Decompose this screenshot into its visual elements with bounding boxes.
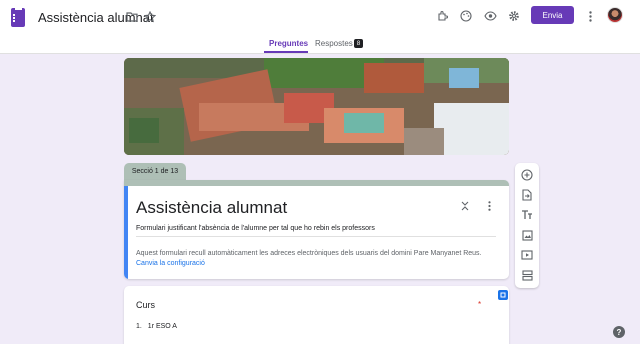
add-title-icon[interactable] [520,208,534,222]
form-title[interactable]: Assistència alumnat [136,198,287,218]
tab-bar: Preguntes Respostes 8 [0,34,640,54]
forms-app-icon[interactable] [11,8,25,27]
question-card[interactable]: Curs * 1. 1r ESO A [124,286,509,344]
star-icon[interactable] [143,10,156,23]
floating-toolbar [515,163,539,288]
top-bar: Assistència alumnat Envia [0,0,640,34]
option-number: 1. [136,323,142,330]
add-question-icon[interactable] [520,168,534,182]
email-collection-notice: Aquest formulari recull automàticament l… [136,249,504,269]
option-label: 1r ESO A [147,323,177,330]
active-card-accent [124,186,128,279]
responses-count-badge: 8 [354,39,363,48]
collapse-icon[interactable] [459,200,471,212]
settings-icon[interactable] [507,9,521,23]
import-questions-icon[interactable] [520,188,534,202]
question-type-icon[interactable] [498,290,508,300]
required-marker: * [478,300,482,309]
addons-icon[interactable] [436,9,450,23]
add-section-icon[interactable] [520,268,534,282]
avatar[interactable] [607,7,623,23]
preview-icon[interactable] [483,9,497,23]
description-underline [136,236,496,237]
tab-questions[interactable]: Preguntes [269,39,308,48]
form-header-card[interactable]: Assistència alumnat Formulari justifican… [124,180,509,279]
tab-responses[interactable]: Respostes [315,39,353,48]
more-vert-icon[interactable] [585,9,595,23]
change-settings-link[interactable]: Canvia la configuració [136,260,205,267]
form-canvas: Secció 1 de 13 Assistència alumnat Formu… [0,54,640,344]
email-collection-text: Aquest formulari recull automàticament l… [136,250,482,257]
question-title[interactable]: Curs [136,300,155,310]
send-button[interactable]: Envia [531,6,574,24]
add-image-icon[interactable] [520,228,534,242]
list-item[interactable]: 1. 1r ESO A [136,323,177,330]
card-more-icon[interactable] [484,200,494,212]
help-icon[interactable]: ? [613,326,625,338]
form-description[interactable]: Formulari justificant l'absència de l'al… [136,225,375,232]
header-image[interactable] [124,58,509,155]
palette-icon[interactable] [459,9,473,23]
section-indicator: Secció 1 de 13 [124,163,186,180]
add-video-icon[interactable] [520,248,534,262]
active-tab-indicator [264,51,308,53]
folder-icon[interactable] [125,10,138,23]
